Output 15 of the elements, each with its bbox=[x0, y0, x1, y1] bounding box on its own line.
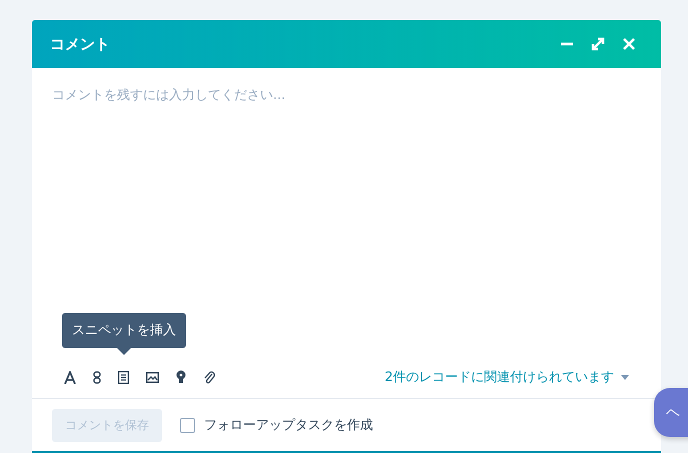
lightbulb-icon[interactable] bbox=[176, 370, 186, 384]
link-icon[interactable] bbox=[93, 370, 101, 384]
help-button[interactable]: ヘ bbox=[654, 388, 688, 437]
tooltip: スニペットを挿入 bbox=[62, 313, 186, 348]
comment-input-field[interactable]: コメントを残すには入力してください... bbox=[32, 68, 661, 313]
dialog-title: コメント bbox=[50, 34, 110, 54]
paperclip-icon[interactable] bbox=[203, 370, 215, 384]
document-icon[interactable] bbox=[118, 370, 129, 384]
follow-up-label: フォローアップタスクを作成 bbox=[204, 417, 373, 434]
text-format-icon[interactable] bbox=[64, 370, 76, 384]
follow-up-checkbox[interactable] bbox=[180, 418, 195, 432]
image-icon[interactable] bbox=[146, 372, 159, 382]
tooltip-pointer bbox=[117, 348, 131, 355]
caret-icon bbox=[621, 374, 629, 380]
associations-dropdown[interactable]: 2件のレコードに関連付けられています bbox=[384, 368, 637, 386]
